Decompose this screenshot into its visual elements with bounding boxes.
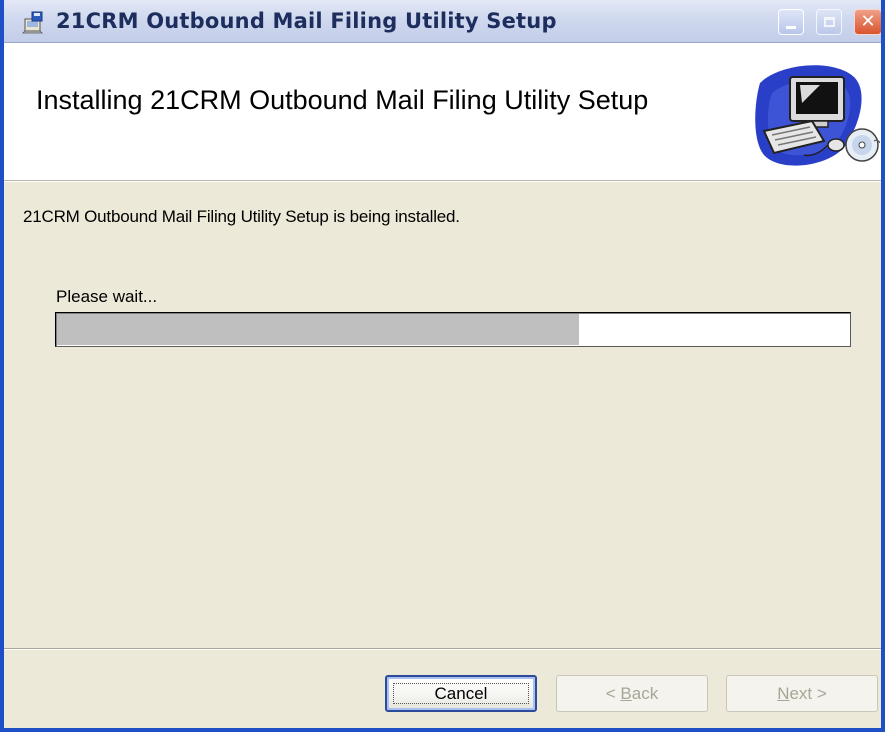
maximize-icon [823,17,835,27]
back-button[interactable]: < Back [556,675,708,712]
computer-with-cd-icon [755,65,880,166]
header-banner: Installing 21CRM Outbound Mail Filing Ut… [4,43,881,181]
title-bar[interactable]: 21CRM Outbound Mail Filing Utility Setup… [4,0,881,43]
close-icon: ✕ [860,11,876,32]
setup-window: 21CRM Outbound Mail Filing Utility Setup… [0,0,885,732]
back-button-prefix: < [605,683,621,703]
next-button[interactable]: Next > [726,675,878,712]
back-button-rest: ack [631,683,659,703]
install-status-text: 21CRM Outbound Mail Filing Utility Setup… [23,207,460,226]
next-button-suffix: > [812,683,827,703]
cancel-button[interactable]: Cancel [385,675,537,712]
close-button[interactable]: ✕ [854,9,881,35]
installer-app-icon [22,11,43,34]
maximize-button[interactable] [816,9,842,35]
back-button-accel: B [620,683,632,703]
banner-divider [4,181,881,182]
progress-label: Please wait... [56,287,158,306]
window-title: 21CRM Outbound Mail Filing Utility Setup [56,9,557,33]
next-button-rest: ext [789,683,813,703]
minimize-button[interactable] [778,9,804,35]
install-progress-bar [55,312,851,347]
page-title: Installing 21CRM Outbound Mail Filing Ut… [36,85,649,115]
minimize-icon [786,25,796,29]
next-button-accel: N [777,683,790,703]
focus-ring [393,683,529,704]
progress-fill [57,314,580,345]
footer-divider-highlight [4,649,881,650]
